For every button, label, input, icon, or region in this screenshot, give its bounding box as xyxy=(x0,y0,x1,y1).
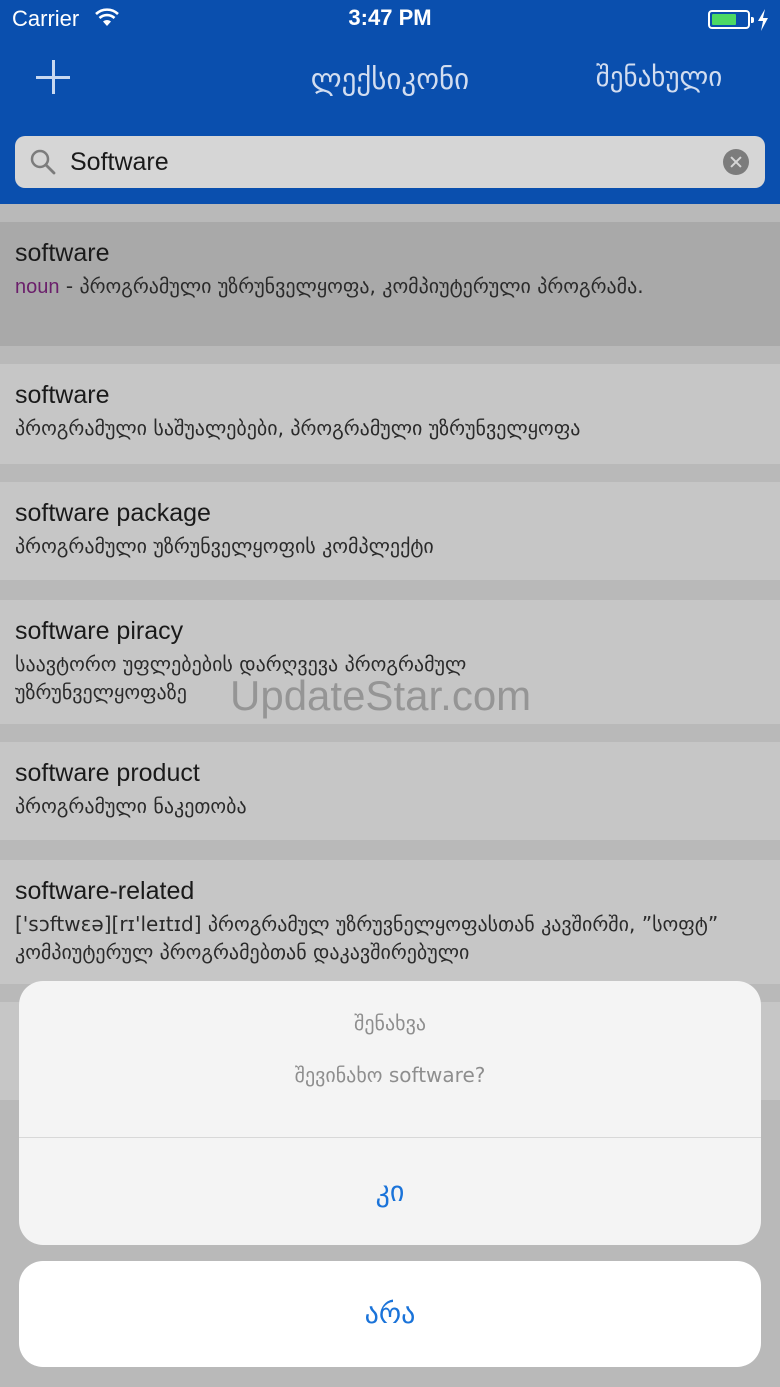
list-item[interactable]: software package პროგრამული უზრუნველყოფი… xyxy=(0,482,780,580)
entry-definition: noun - პროგრამული უზრუნველყოფა, კომპიუტე… xyxy=(15,274,644,298)
search-input[interactable] xyxy=(70,142,710,182)
list-item[interactable]: software პროგრამული საშუალებები, პროგრამ… xyxy=(0,364,780,464)
alert-message: შევინახო software? xyxy=(294,1063,486,1087)
list-item[interactable]: software noun - პროგრამული უზრუნველყოფა,… xyxy=(0,222,780,346)
entry-definition: პროგრამული საშუალებები, პროგრამული უზრუნ… xyxy=(15,416,581,440)
entry-word: software xyxy=(15,381,110,409)
list-item[interactable]: software product პროგრამული ნაკეთობა xyxy=(0,742,780,840)
entry-word: software package xyxy=(15,499,211,527)
charging-bolt-icon xyxy=(758,9,768,31)
alert-title: შენახვა xyxy=(354,1011,426,1035)
header: Carrier 3:47 PM ლექსიკონი შენახული xyxy=(0,0,780,204)
cancel-button[interactable]: არა xyxy=(19,1261,761,1367)
battery-icon xyxy=(708,10,754,29)
part-of-speech: noun xyxy=(15,276,60,298)
watermark: UpdateStar.com xyxy=(230,672,532,719)
search-bar[interactable] xyxy=(15,136,765,188)
clock: 3:47 PM xyxy=(348,5,432,30)
entry-definition: ['sɔftwɛə][rɪ'leɪtɪd] პროგრამულ უზრუვნელ… xyxy=(15,912,719,964)
entry-word: software piracy xyxy=(15,617,184,645)
plus-icon[interactable] xyxy=(34,58,74,98)
confirm-button[interactable]: კი xyxy=(19,1138,761,1245)
clear-icon[interactable] xyxy=(723,149,749,175)
status-bar: Carrier 3:47 PM xyxy=(0,0,780,40)
list-item[interactable]: software-related ['sɔftwɛə][rɪ'leɪtɪd] პ… xyxy=(0,860,780,984)
nav-bar: ლექსიკონი შენახული xyxy=(0,40,780,130)
saved-button[interactable]: შენახული xyxy=(566,62,752,93)
search-icon xyxy=(30,149,56,175)
entry-word: software-related xyxy=(15,877,195,905)
entry-word: software product xyxy=(15,759,200,787)
page-title: ლექსიკონი xyxy=(310,62,470,96)
entry-definition: პროგრამული ნაკეთობა xyxy=(15,794,247,818)
entry-word: software xyxy=(15,239,110,267)
save-alert: შენახვა შევინახო software? კი xyxy=(19,981,761,1245)
entry-definition: პროგრამული უზრუნველყოფის კომპლექტი xyxy=(15,534,434,558)
